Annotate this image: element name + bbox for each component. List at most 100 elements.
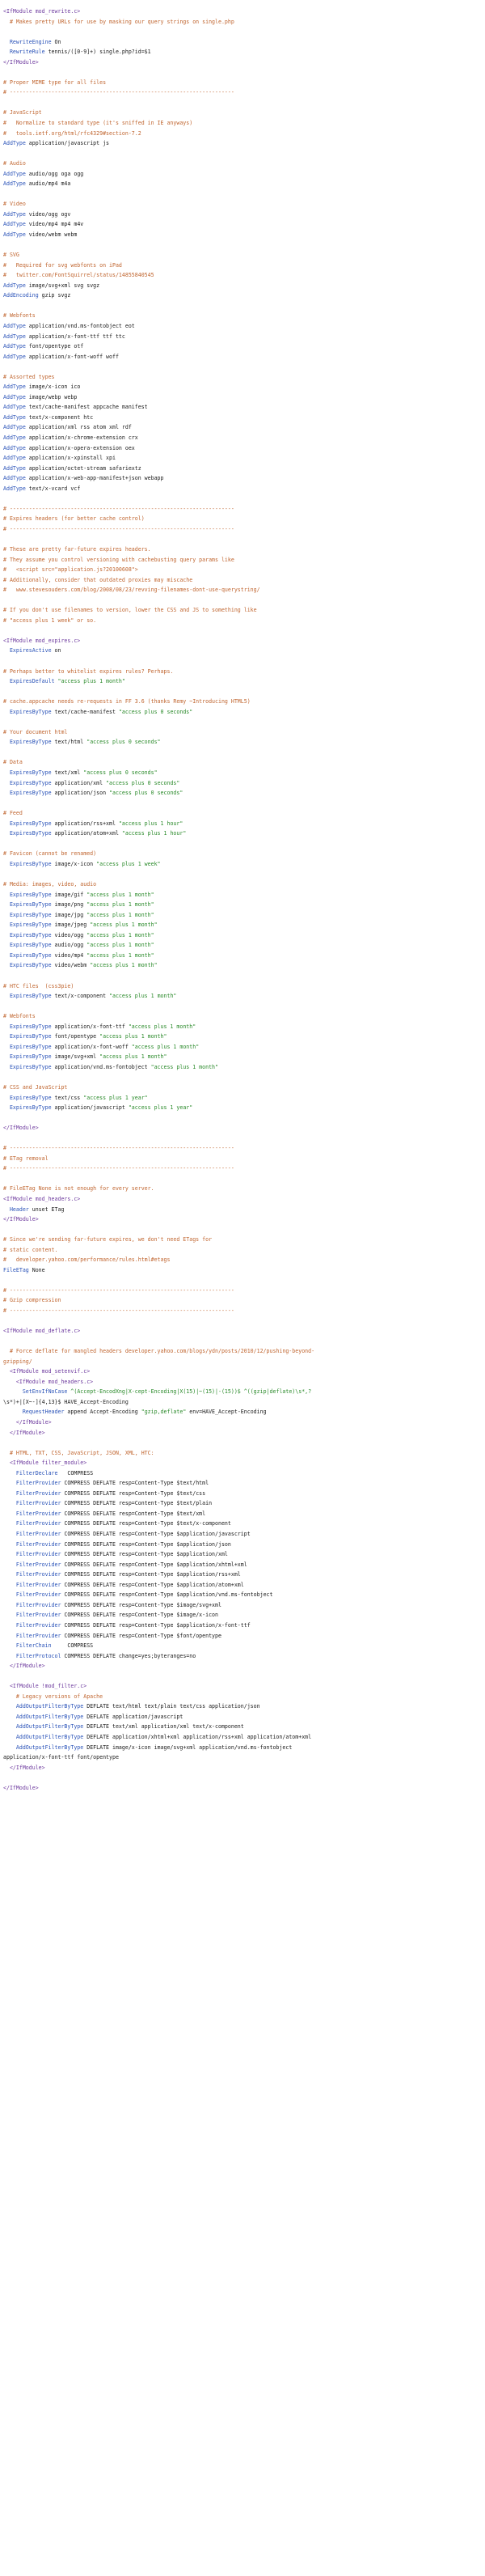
code-line: </IfModule> bbox=[3, 1214, 482, 1225]
directive: ExpiresByType bbox=[3, 1033, 52, 1040]
directive: ExpiresByType bbox=[3, 739, 52, 746]
code-text: font/opentype bbox=[51, 1033, 97, 1040]
comment: # Force deflate for mangled headers deve… bbox=[3, 1348, 315, 1355]
code-line: AddType application/octet-stream safarie… bbox=[3, 464, 482, 474]
code-text: COMPRESS DEFLATE resp=Content-Type $imag… bbox=[61, 1612, 218, 1619]
directive: AddType bbox=[3, 393, 26, 400]
code-line: # Since we're sending far-future expires… bbox=[3, 1235, 482, 1245]
code-line: # www.stevesouders.com/blog/2008/08/23/r… bbox=[3, 585, 482, 595]
directive: ExpiresByType bbox=[3, 951, 52, 959]
comment: # HTML, TXT, CSS, JavaScript, JSON, XML,… bbox=[3, 1449, 154, 1456]
comment: # twitter.com/FontSquirrel/status/148558… bbox=[3, 272, 154, 279]
code-text: application/x-font-woff woff bbox=[25, 353, 119, 360]
code-text: COMPRESS DEFLATE resp=Content-Type $appl… bbox=[61, 1531, 251, 1538]
string-value: "access plus 0 seconds" bbox=[80, 769, 158, 777]
code-line: # If you don't use filenames to version,… bbox=[3, 605, 482, 616]
directive: ExpiresByType bbox=[3, 779, 52, 786]
code-line: ExpiresActive on bbox=[3, 646, 482, 656]
directive: AddType bbox=[3, 464, 26, 472]
directive: FilterProvider bbox=[3, 1591, 61, 1599]
comment: # HTC files (css3pie) bbox=[3, 982, 74, 989]
code-line: # They assume you control versioning wit… bbox=[3, 555, 482, 566]
code-line: FilterProvider COMPRESS DEFLATE resp=Con… bbox=[3, 1478, 482, 1489]
code-line: # tools.ietf.org/html/rfc4329#section-7.… bbox=[3, 129, 482, 139]
directive: ExpiresByType bbox=[3, 1053, 52, 1061]
code-line: <IfModule !mod_filter.c> bbox=[3, 1681, 482, 1692]
code-text: application/javascript bbox=[51, 1104, 125, 1112]
string-value: "access plus 1 month" bbox=[96, 1053, 167, 1061]
code-line: Header unset ETag bbox=[3, 1205, 482, 1215]
code-text: video/webm webm bbox=[25, 231, 78, 239]
directive: FilterProvider bbox=[3, 1612, 61, 1619]
code-line: ExpiresByType image/x-icon "access plus … bbox=[3, 859, 482, 870]
code-line: <IfModule mod_expires.c> bbox=[3, 636, 482, 646]
code-line: <IfModule mod_rewrite.c> bbox=[3, 6, 482, 17]
code-line: AddType application/javascript js bbox=[3, 138, 482, 149]
directive: FileETag bbox=[3, 1266, 29, 1273]
code-line: FilterProvider COMPRESS DEFLATE resp=Con… bbox=[3, 1600, 482, 1611]
code-text: env=HAVE_Accept-Encoding bbox=[186, 1409, 267, 1416]
comment: # Legacy versions of Apache bbox=[3, 1693, 103, 1700]
code-line: AddType text/x-component htc bbox=[3, 413, 482, 423]
comment: # Since we're sending far-future expires… bbox=[3, 1236, 213, 1244]
directive: AddOutputFilterByType bbox=[3, 1723, 84, 1731]
code-text: application/x-opera-extension oex bbox=[25, 444, 135, 451]
directive: AddType bbox=[3, 444, 26, 451]
module-tag: <IfModule mod_rewrite.c> bbox=[3, 8, 81, 15]
comment: # Normalize to standard type (it's sniff… bbox=[3, 120, 193, 127]
directive: AddType bbox=[3, 140, 26, 147]
code-text: text/css bbox=[51, 1094, 81, 1101]
code-line: SetEnvIfNoCase ^(Accept-EncodXng|X-cept-… bbox=[3, 1387, 482, 1397]
directive: ExpiresByType bbox=[3, 708, 52, 715]
code-line: RewriteEngine On bbox=[3, 37, 482, 48]
comment: # Media: images, video, audio bbox=[3, 881, 97, 888]
directive: AddType bbox=[3, 282, 26, 289]
string-value: "access plus 1 month" bbox=[54, 678, 125, 685]
directive: FilterProvider bbox=[3, 1489, 61, 1497]
code-text: DEFLATE application/javascript bbox=[83, 1713, 183, 1720]
comment: # --------------------------------------… bbox=[3, 1145, 234, 1152]
directive: FilterDeclare bbox=[3, 1469, 58, 1477]
comment: # Proper MIME type for all files bbox=[3, 78, 107, 86]
code-text: \s*)+|[X~-]{4,13}$ HAVE_Accept-Encoding bbox=[3, 1398, 129, 1405]
module-tag: </IfModule> bbox=[3, 1429, 45, 1436]
code-line: # HTC files (css3pie) bbox=[3, 981, 482, 992]
code-line: FilterProvider COMPRESS DEFLATE resp=Con… bbox=[3, 1580, 482, 1591]
string-value: "access plus 1 month" bbox=[86, 922, 158, 929]
code-text: text/x-vcard vcf bbox=[25, 485, 81, 492]
code-viewer: <IfModule mod_rewrite.c> # Makes pretty … bbox=[0, 0, 485, 1803]
module-tag: <IfModule mod_setenvif.c> bbox=[3, 1368, 91, 1375]
code-text: application/json bbox=[51, 790, 107, 797]
string-value: ^(Accept-EncodXng|X-cept-Encoding|X(15)|… bbox=[67, 1388, 241, 1396]
code-line: AddOutputFilterByType DEFLATE applicatio… bbox=[3, 1712, 482, 1722]
directive: ExpiresByType bbox=[3, 860, 52, 867]
code-text: On bbox=[51, 38, 61, 45]
code-line: # Force deflate for mangled headers deve… bbox=[3, 1346, 482, 1357]
code-text: video/webm bbox=[51, 962, 87, 969]
directive: FilterProvider bbox=[3, 1540, 61, 1548]
comment: # If you don't use filenames to version,… bbox=[3, 607, 257, 614]
directive: AddType bbox=[3, 343, 26, 350]
comment: # "access plus 1 week" or so. bbox=[3, 616, 97, 624]
string-value: "access plus 1 year" bbox=[124, 1104, 193, 1112]
code-line: FilterProvider COMPRESS DEFLATE resp=Con… bbox=[3, 1590, 482, 1600]
directive: FilterProvider bbox=[3, 1561, 61, 1568]
code-text: DEFLATE text/html text/plain text/css ap… bbox=[83, 1703, 260, 1710]
comment: # Video bbox=[3, 201, 26, 208]
directive: AddType bbox=[3, 180, 26, 188]
string-value: "access plus 0 seconds" bbox=[115, 708, 193, 715]
string-value: "access plus 1 month" bbox=[124, 1023, 196, 1030]
code-line: # Data bbox=[3, 757, 482, 768]
code-text: video/mp4 bbox=[51, 951, 84, 959]
directive: RewriteRule bbox=[3, 49, 45, 56]
directive: ExpiresByType bbox=[3, 1063, 52, 1070]
code-text: image/webp webp bbox=[25, 393, 78, 400]
code-line: <IfModule mod_setenvif.c> bbox=[3, 1366, 482, 1377]
string-value: "access plus 1 hour" bbox=[115, 820, 183, 827]
